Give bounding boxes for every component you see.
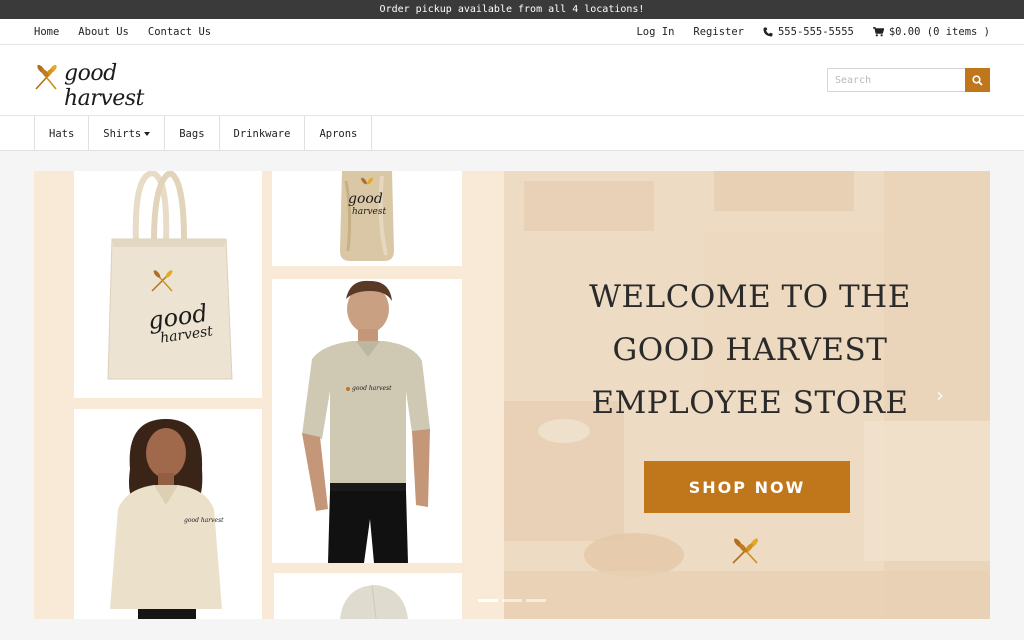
- shop-now-button[interactable]: SHOP NOW: [644, 461, 850, 513]
- cap-image: [274, 573, 462, 619]
- phone-number: 555-555-5555: [777, 26, 854, 38]
- search-icon: [972, 74, 983, 86]
- chevron-down-icon: [144, 131, 151, 136]
- woman-shirt-illustration: [110, 419, 222, 619]
- headline-line-1: WELCOME TO THE: [589, 279, 911, 315]
- carousel-dot-2[interactable]: [502, 599, 522, 602]
- category-label: Shirts: [103, 127, 142, 140]
- category-hats[interactable]: Hats: [35, 116, 90, 151]
- headline-line-3: EMPLOYEE STORE: [591, 385, 909, 421]
- hero-carousel: good harvest good harvest good harvest g…: [34, 171, 990, 619]
- water-bottle-image: good harvest: [272, 171, 462, 266]
- register-link[interactable]: Register: [693, 26, 744, 38]
- headline-line-2: GOOD HARVEST: [612, 332, 888, 368]
- category-drinkware[interactable]: Drinkware: [220, 116, 306, 151]
- category-nav: Hats Shirts Bags Drinkware Aprons: [0, 116, 1024, 151]
- login-link[interactable]: Log In: [636, 26, 674, 38]
- category-label: Aprons: [319, 127, 358, 140]
- brand-logo[interactable]: good harvest: [32, 59, 182, 111]
- announcement-bar: Order pickup available from all 4 locati…: [0, 0, 1024, 19]
- nav-about-link[interactable]: About Us: [78, 26, 129, 38]
- wheat-logo-icon: [35, 64, 57, 90]
- category-label: Hats: [49, 127, 75, 140]
- tote-bag-illustration: [107, 171, 233, 380]
- hero-headline: WELCOME TO THE GOOD HARVEST EMPLOYEE STO…: [540, 271, 960, 430]
- cart-icon: [872, 27, 884, 37]
- category-bags[interactable]: Bags: [165, 116, 220, 151]
- utility-nav-right: Log In Register 555-555-5555 $0.00 (0 it…: [636, 19, 990, 45]
- shirt-logo-text: good harvest: [184, 517, 224, 524]
- category-aprons[interactable]: Aprons: [305, 116, 373, 151]
- tote-bag-image: good harvest: [74, 171, 262, 398]
- search-button[interactable]: [965, 68, 990, 92]
- site-header: good harvest: [0, 45, 1024, 116]
- bottle-illustration: [340, 171, 394, 261]
- search-input[interactable]: [827, 68, 965, 92]
- polo-logo-text: good harvest: [352, 385, 392, 392]
- man-polo-illustration: [302, 280, 430, 563]
- carousel-dot-3[interactable]: [526, 599, 546, 602]
- carousel-dot-1[interactable]: [478, 599, 498, 602]
- search-form: [827, 68, 990, 92]
- mens-polo-image: good harvest: [272, 279, 462, 563]
- womens-shirt-image: good harvest: [74, 409, 262, 619]
- carousel-indicators: [478, 599, 546, 602]
- category-tabs: Hats Shirts Bags Drinkware Aprons: [34, 116, 373, 151]
- category-shirts[interactable]: Shirts: [89, 116, 166, 151]
- brand-wordmark: good harvest: [64, 61, 144, 111]
- phone-link[interactable]: 555-555-5555: [763, 26, 854, 38]
- cap-illustration: [340, 584, 408, 619]
- nav-contact-link[interactable]: Contact Us: [148, 26, 211, 38]
- utility-nav-left: Home About Us Contact Us: [34, 19, 211, 45]
- cart-summary: $0.00 (0 items ): [888, 26, 990, 38]
- phone-icon: [763, 27, 773, 37]
- utility-bar: Home About Us Contact Us Log In Register…: [0, 19, 1024, 45]
- hero-banner: WELCOME TO THE GOOD HARVEST EMPLOYEE STO…: [504, 171, 990, 619]
- bottle-logo-text-2: harvest: [352, 207, 387, 217]
- announcement-text: Order pickup available from all 4 locati…: [379, 4, 645, 15]
- nav-home-link[interactable]: Home: [34, 26, 59, 38]
- category-label: Drinkware: [233, 127, 291, 140]
- category-label: Bags: [179, 127, 205, 140]
- chevron-right-icon[interactable]: ›: [936, 383, 944, 407]
- bottle-logo-text: good: [348, 191, 383, 207]
- cart-link[interactable]: $0.00 (0 items ): [872, 26, 990, 38]
